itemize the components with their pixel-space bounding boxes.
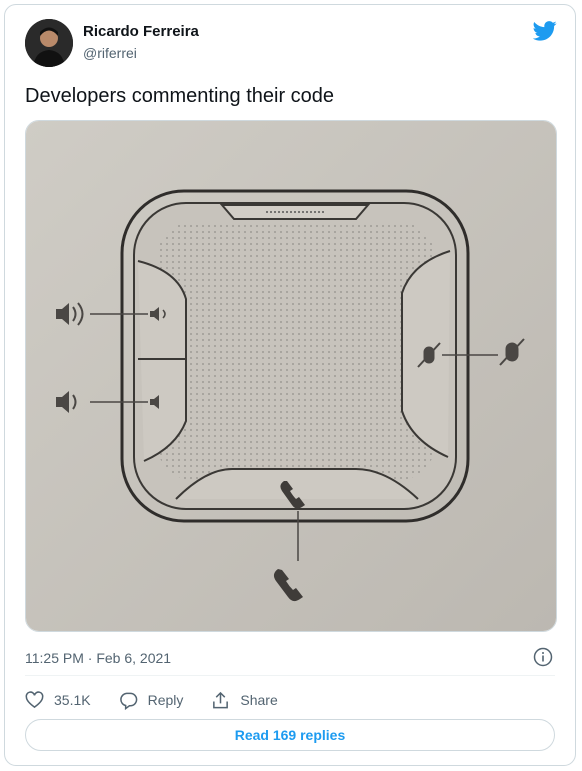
reply-label: Reply: [147, 692, 184, 708]
speakerphone-diagram-image: [26, 121, 556, 631]
reply-icon: [119, 692, 137, 710]
tweet-timestamp[interactable]: 11:25 PM · Feb 6, 2021: [25, 650, 171, 666]
share-icon: [213, 691, 229, 708]
twitter-bird-icon[interactable]: [533, 21, 557, 41]
divider: [25, 675, 555, 676]
info-icon[interactable]: [533, 647, 553, 667]
author-name[interactable]: Ricardo Ferreira: [83, 23, 199, 40]
heart-icon: [25, 690, 44, 708]
avatar[interactable]: [25, 19, 73, 67]
like-count: 35.1K: [54, 692, 91, 708]
author-handle[interactable]: @riferrei: [83, 45, 137, 61]
tweet-text: Developers commenting their code: [25, 85, 335, 107]
share-button[interactable]: Share: [211, 691, 278, 710]
reply-button[interactable]: Reply: [119, 691, 184, 710]
tweet-photo[interactable]: [25, 120, 557, 632]
read-replies-button[interactable]: Read 169 replies: [25, 719, 555, 751]
tweet-card: Ricardo Ferreira @riferrei Developers co…: [4, 4, 576, 766]
action-bar: 35.1K Reply Share: [25, 689, 306, 711]
like-button[interactable]: 35.1K: [25, 690, 91, 710]
share-label: Share: [240, 692, 278, 708]
